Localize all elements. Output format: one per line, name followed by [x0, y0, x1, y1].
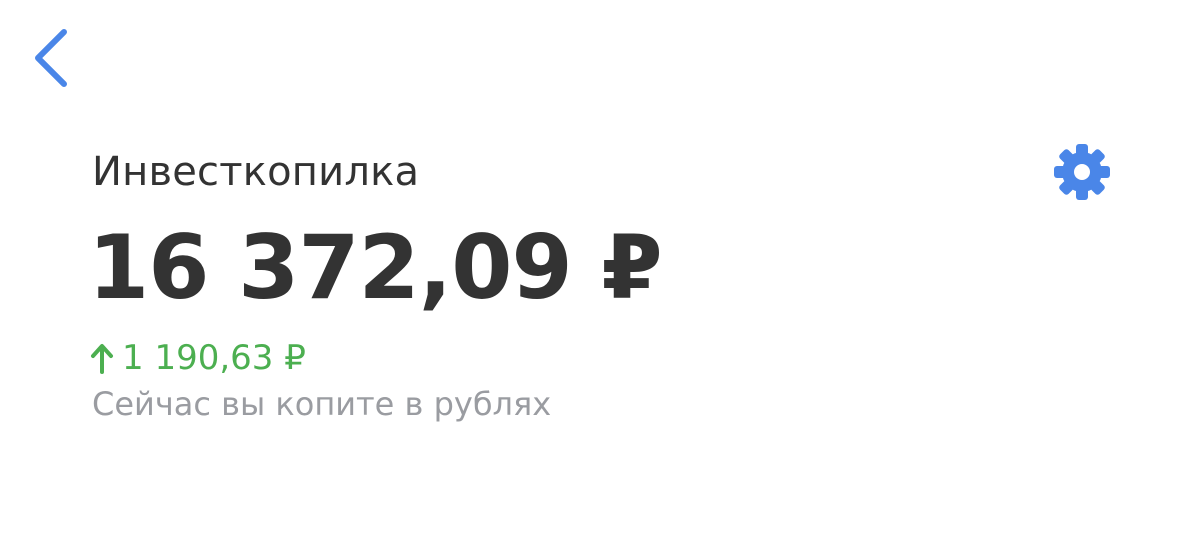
arrow-up-icon: [90, 342, 114, 374]
balance-amount: 16 372,09 ₽: [88, 216, 663, 319]
back-button[interactable]: [28, 24, 76, 92]
gear-icon: [1054, 144, 1110, 200]
settings-button[interactable]: [1050, 140, 1114, 204]
savings-currency-note: Сейчас вы копите в рублях: [92, 385, 552, 423]
page-title: Инвесткопилка: [92, 149, 420, 195]
chevron-left-icon: [35, 29, 67, 87]
balance-change: 1 190,63 ₽: [90, 336, 306, 380]
change-amount: 1 190,63 ₽: [122, 338, 306, 378]
